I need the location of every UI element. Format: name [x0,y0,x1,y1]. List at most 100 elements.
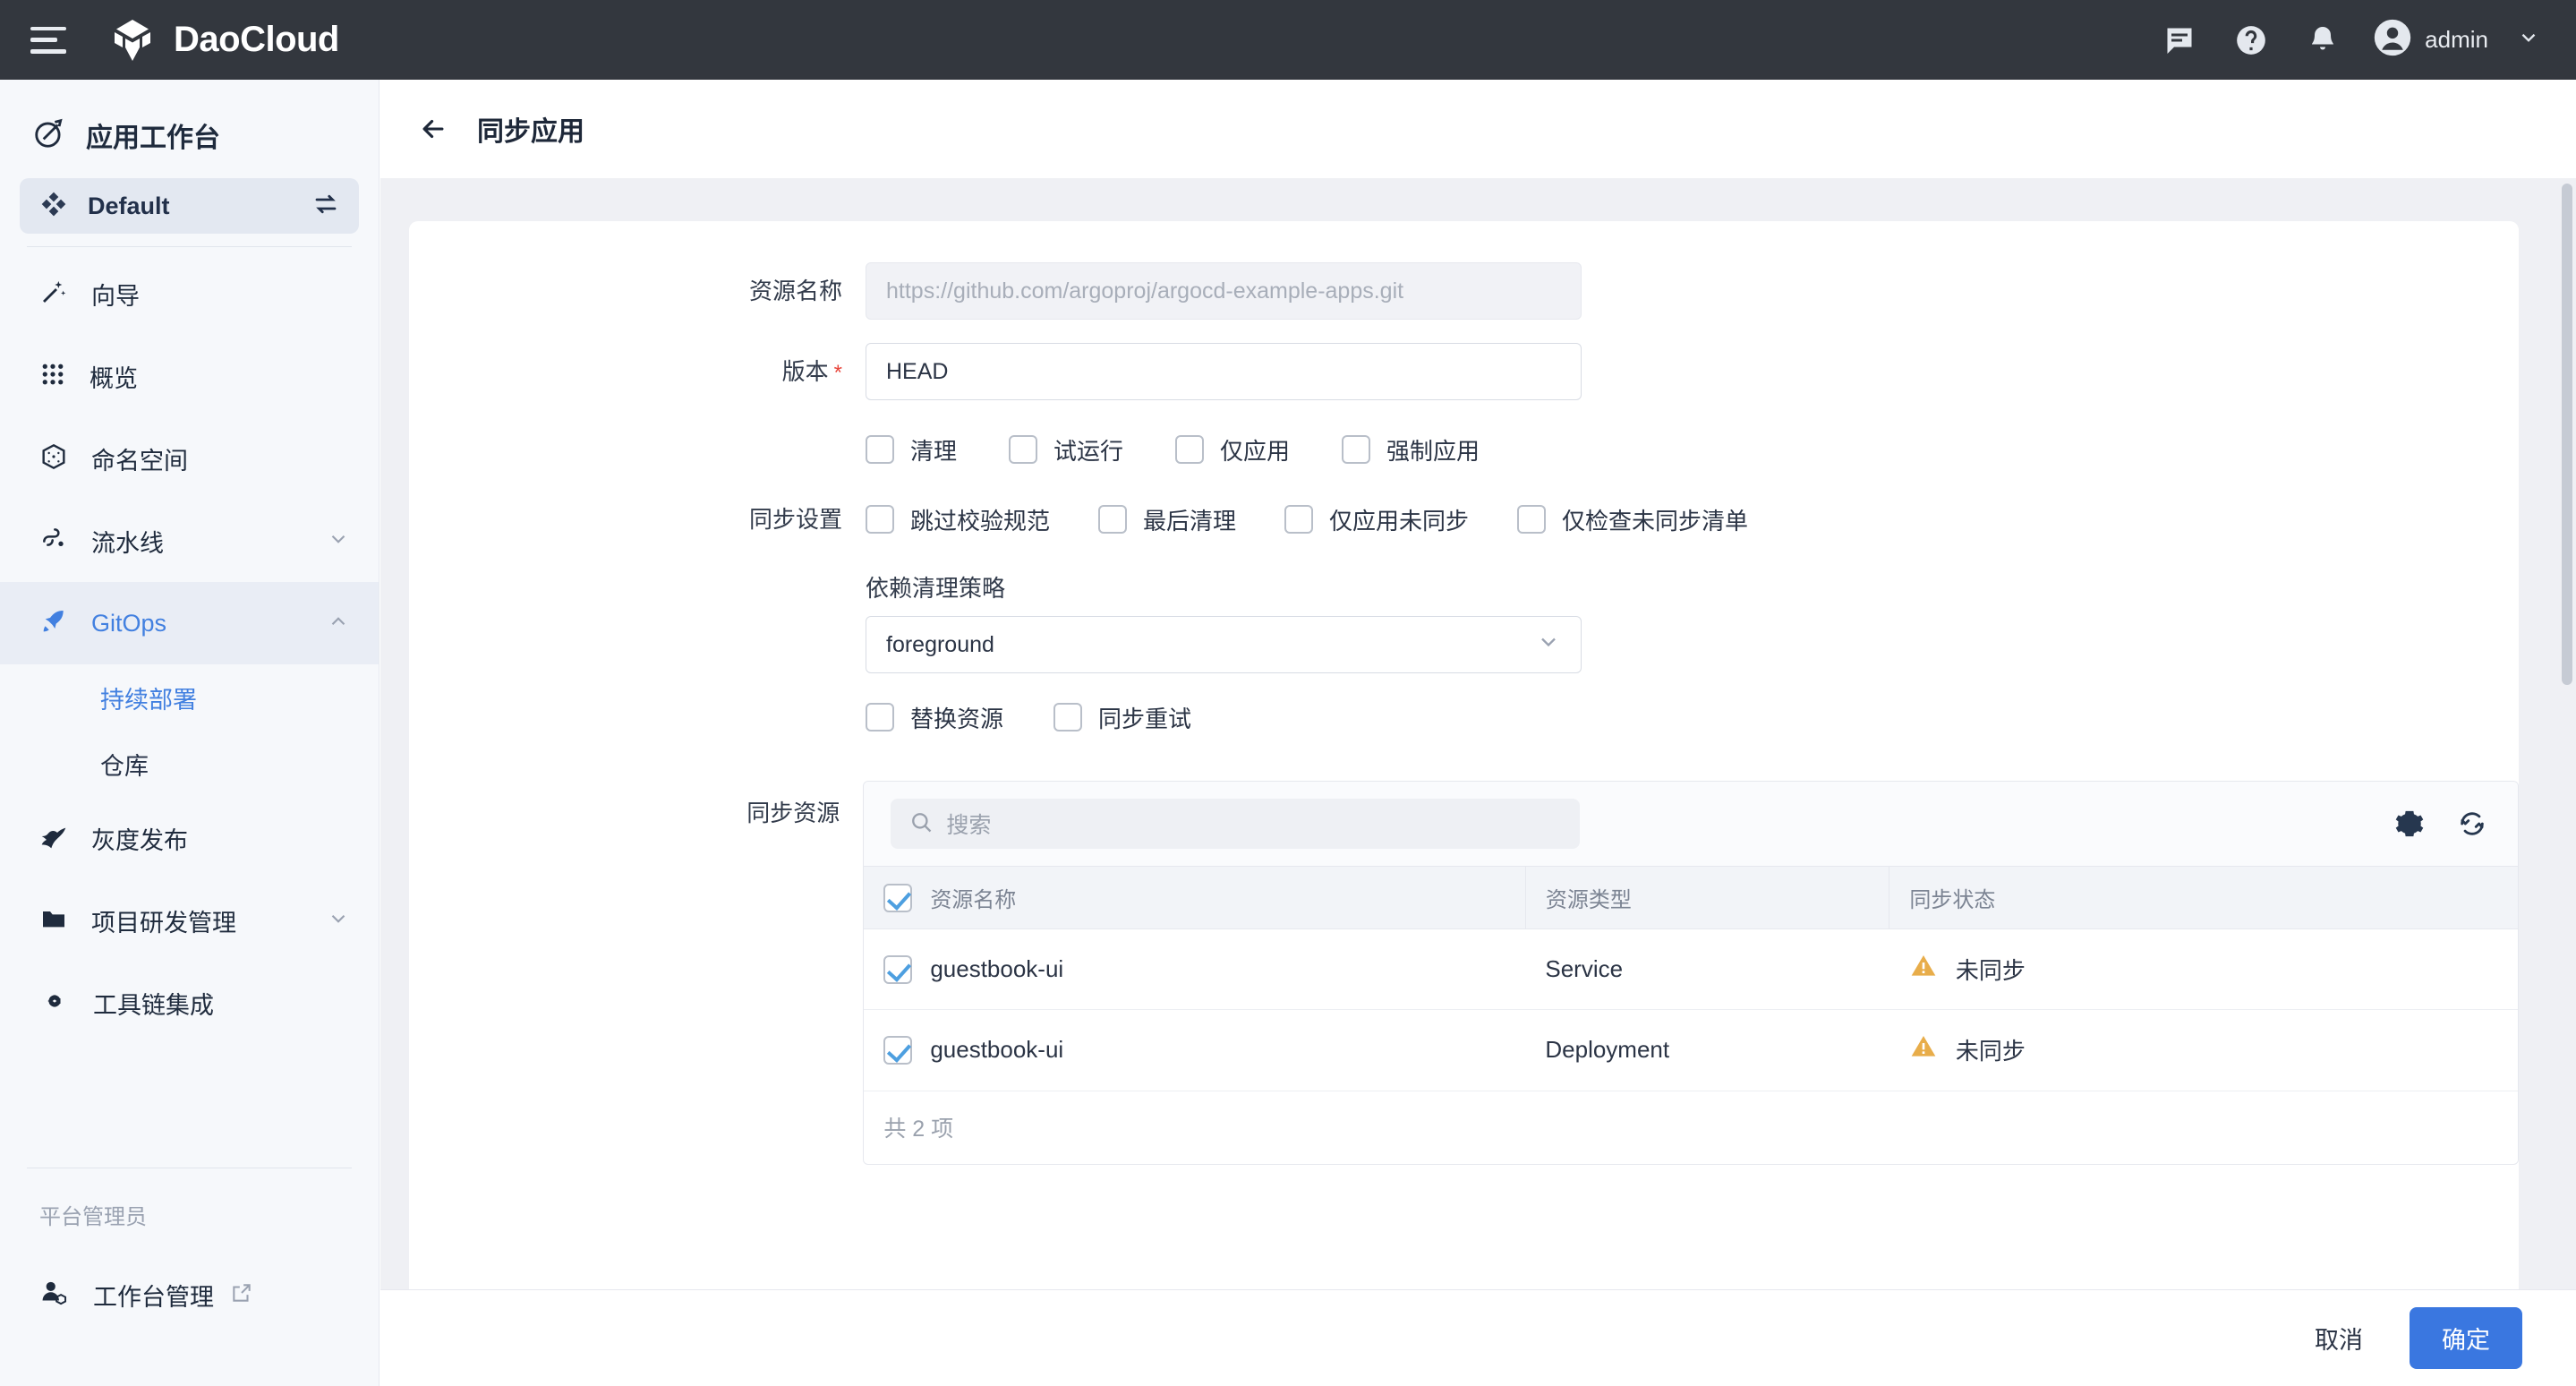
checkbox-apply-out-of-sync-only[interactable]: 仅应用未同步 [1284,503,1469,536]
checkbox-prune[interactable]: 清理 [866,433,957,466]
vertical-scrollbar[interactable] [2562,184,2572,1289]
chevron-up-icon[interactable] [327,610,350,637]
help-icon[interactable] [2215,0,2287,80]
chevron-down-icon[interactable] [2517,26,2540,54]
brand-name: DaoCloud [174,20,339,60]
external-link-icon [230,1281,253,1309]
rocket-icon [39,607,68,640]
resource-name-label: 资源名称 [409,262,866,320]
checkbox-box[interactable] [866,435,894,464]
checkbox-box[interactable] [1284,505,1313,534]
sidebar-item-namespace[interactable]: 命名空间 [0,417,379,500]
checkbox-force-apply[interactable]: 强制应用 [1342,433,1480,466]
dialog-footer: 取消 确定 [380,1289,2576,1386]
row-checkbox[interactable] [883,955,912,984]
username-label: admin [2425,26,2488,54]
arrow-left-icon[interactable] [409,105,457,153]
checkbox-box[interactable] [866,505,894,534]
checkbox-apply-only[interactable]: 仅应用 [1175,433,1290,466]
user-cube-icon [39,1278,70,1313]
checkbox-box[interactable] [1053,703,1082,732]
checkbox-box[interactable] [866,703,894,732]
project-selector[interactable]: Default [20,178,359,234]
wand-icon [39,278,68,311]
sidebar-item-label: 灰度发布 [91,821,188,856]
resources-toolbar-actions [2394,808,2487,839]
sidebar-item-workbench-admin[interactable]: 工作台管理 [0,1253,379,1336]
sidebar-item-overview[interactable]: 概览 [0,335,379,417]
sync-resources-label: 同步资源 [409,781,863,845]
sidebar-item-wizard[interactable]: 向导 [0,252,379,335]
checkbox-replace-resource[interactable]: 替换资源 [866,701,1003,734]
sidebar-item-toolchain[interactable]: 工具链集成 [0,962,379,1044]
checkbox-label: 跳过校验规范 [910,503,1050,536]
sidebar-subitem-repository[interactable]: 仓库 [0,731,379,797]
checkbox-box[interactable] [1517,505,1546,534]
brand[interactable]: DaoCloud [109,17,339,64]
checkbox-dry-run[interactable]: 试运行 [1009,433,1123,466]
hamburger-menu-icon[interactable] [30,27,66,54]
main-content: 同步应用 资源名称 https://github.com/argoproj/ar… [380,80,2576,1386]
switch-project-icon[interactable] [312,191,339,222]
sync-settings-label: 同步设置 [409,495,866,543]
checkbox-box[interactable] [1175,435,1204,464]
revision-input[interactable]: HEAD [866,343,1582,400]
sidebar-subitem-continuous-deploy[interactable]: 持续部署 [0,664,379,731]
checkbox-box[interactable] [1342,435,1370,464]
cell-sync-status: 未同步 [1889,929,2518,1010]
select-all-checkbox[interactable] [883,884,912,912]
sidebar-subitem-label: 仓库 [100,747,149,782]
checkbox-box[interactable] [1009,435,1037,464]
field-revision: 版本* HEAD [409,343,2519,402]
cancel-button[interactable]: 取消 [2300,1312,2377,1365]
refresh-icon[interactable] [2457,808,2487,839]
field-prune-policy: 依赖清理策略 foreground [409,570,2519,673]
checkbox-sync-retry[interactable]: 同步重试 [1053,701,1191,734]
checkbox-skip-schema-validation[interactable]: 跳过校验规范 [866,503,1050,536]
user-menu[interactable]: admin [2358,18,2540,62]
resource-name-value: guestbook-ui [930,955,1063,983]
required-asterisk: * [834,361,842,385]
chevron-down-icon[interactable] [327,527,350,555]
grid-icon [39,361,66,392]
resource-name-input[interactable]: https://github.com/argoproj/argocd-examp… [866,262,1582,320]
top-bar: DaoCloud [0,0,2576,80]
row-checkbox[interactable] [883,1036,912,1065]
workbench-icon [32,116,66,155]
checkbox-label: 替换资源 [910,701,1003,734]
sidebar-role-label: 平台管理员 [0,1168,379,1253]
app-root: DaoCloud [0,0,2576,1386]
checkbox-check-out-of-sync-manifest[interactable]: 仅检查未同步清单 [1517,503,1748,536]
sidebar-item-canary-release[interactable]: 灰度发布 [0,797,379,879]
table-row[interactable]: guestbook-ui Service [864,929,2518,1010]
sync-form: 资源名称 https://github.com/argoproj/argocd-… [409,221,2519,1165]
options-row-1: 清理 试运行 仅应用 [409,425,2519,474]
resources-table-wrapper: 搜索 [863,781,2519,1165]
sidebar-item-pipeline[interactable]: 流水线 [0,500,379,582]
checkbox-label: 最后清理 [1143,503,1236,536]
checkbox-prune-last[interactable]: 最后清理 [1098,503,1236,536]
cell-resource-type: Deployment [1525,1010,1889,1091]
col-resource-type: 资源类型 [1525,867,1889,929]
pipeline-icon [39,525,68,558]
prune-policy-select[interactable]: foreground [866,616,1582,673]
daocloud-logo-icon [109,17,156,64]
topbar-right-actions: admin [2144,0,2576,80]
search-input[interactable]: 搜索 [891,799,1580,849]
chevron-down-icon[interactable] [1536,629,1561,661]
checkbox-box[interactable] [1098,505,1127,534]
sidebar-item-label: GitOps [91,610,166,637]
search-icon [908,809,934,839]
gear-icon[interactable] [2394,808,2425,839]
sidebar-item-project-dev-mgmt[interactable]: 项目研发管理 [0,879,379,962]
confirm-button[interactable]: 确定 [2410,1307,2522,1369]
checkbox-label: 强制应用 [1386,433,1480,466]
scrollbar-thumb[interactable] [2562,184,2572,685]
bell-icon[interactable] [2287,0,2358,80]
sidebar-item-gitops[interactable]: GitOps [0,582,379,664]
sync-status-value: 未同步 [1956,953,2026,986]
table-row[interactable]: guestbook-ui Deployment [864,1010,2518,1091]
table-head: 资源名称 资源类型 同步状态 [864,867,2518,929]
message-icon[interactable] [2144,0,2215,80]
chevron-down-icon[interactable] [327,907,350,935]
